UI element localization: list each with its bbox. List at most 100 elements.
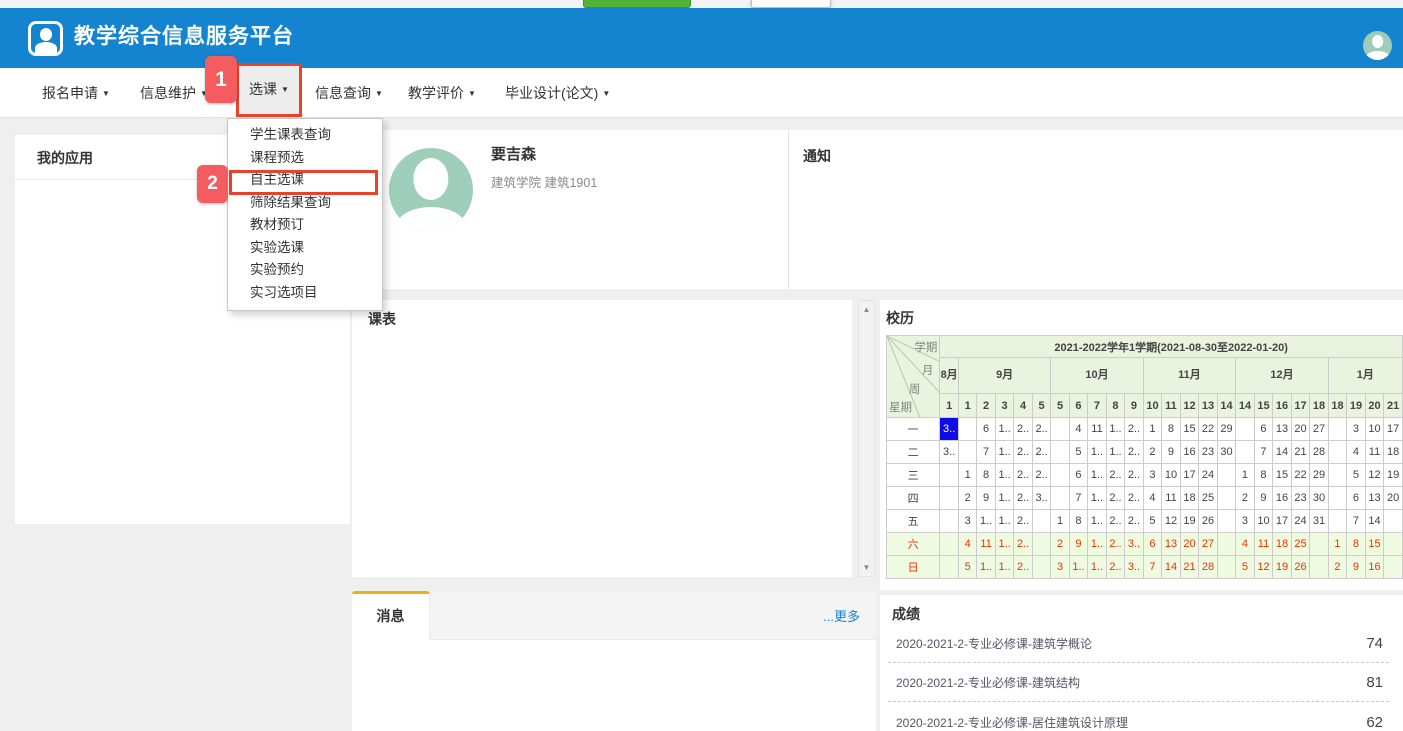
dropdown-item-0[interactable]: 学生课表查询	[228, 124, 382, 147]
calendar-cell: 10月	[1051, 358, 1143, 394]
calendar-cell: 7	[1347, 510, 1366, 533]
timetable-scrollbar[interactable]: ▲ ▼	[858, 300, 875, 577]
nav-item-1[interactable]: 信息维护▼	[140, 68, 208, 118]
annotation-step1-badge: 1	[205, 56, 237, 103]
calendar-cell	[1384, 510, 1403, 533]
scroll-up-icon[interactable]: ▲	[859, 305, 874, 314]
calendar-cell: 7	[977, 441, 996, 464]
calendar-cell: 1..	[977, 510, 996, 533]
calendar-cell	[1384, 533, 1403, 556]
calendar-cell: 9	[1162, 441, 1181, 464]
calendar-cell: 22	[1199, 418, 1218, 441]
calendar-cell: 1	[1236, 464, 1255, 487]
calendar-cell: 6	[1254, 418, 1273, 441]
calendar-cell: 1..	[1088, 441, 1107, 464]
user-avatar-icon[interactable]	[1363, 31, 1392, 60]
calendar-cell: 28	[1310, 441, 1329, 464]
annotation-step2-badge: 2	[197, 165, 228, 203]
course-selection-dropdown-menu: 学生课表查询课程预选自主选课筛除结果查询教材预订实验选课实验预约实习选项目	[227, 118, 383, 311]
calendar-cell: 5	[1051, 394, 1069, 418]
calendar-cell: 20	[1365, 394, 1384, 418]
calendar-cell: 9	[1254, 487, 1273, 510]
calendar-cell: 9	[1347, 556, 1366, 579]
scroll-down-icon[interactable]: ▼	[859, 563, 874, 572]
calendar-cell: 30	[1217, 441, 1236, 464]
calendar-cell: 8	[1347, 533, 1366, 556]
grade-row-2[interactable]: 2020-2021-2-专业必修课-居住建筑设计原理62	[888, 703, 1389, 731]
calendar-cell	[1236, 441, 1255, 464]
calendar-cell: 1	[1143, 418, 1162, 441]
caret-down-icon: ▼	[102, 89, 110, 98]
calendar-cell: 18	[1384, 441, 1403, 464]
calendar-cell: 3..	[940, 418, 959, 441]
calendar-cell: 18	[1310, 394, 1329, 418]
dialog-cancel-button-partial[interactable]	[751, 0, 831, 8]
calendar-cell: 2	[1051, 533, 1069, 556]
nav-item-2[interactable]: 选课▼	[236, 63, 302, 117]
calendar-cell: 11	[1365, 441, 1384, 464]
calendar-cell: 25	[1291, 533, 1310, 556]
calendar-cell: 21	[1384, 394, 1403, 418]
grade-row-1[interactable]: 2020-2021-2-专业必修课-建筑结构81	[888, 664, 1389, 702]
nav-item-5[interactable]: 毕业设计(论文)▼	[505, 68, 610, 118]
calendar-title: 校历	[886, 308, 1403, 328]
nav-item-4[interactable]: 教学评价▼	[408, 68, 476, 118]
dropdown-item-1[interactable]: 课程预选	[228, 147, 382, 170]
calendar-cell: 4	[1069, 418, 1088, 441]
nav-item-0[interactable]: 报名申请▼	[42, 68, 110, 118]
calendar-cell: 3..	[1125, 556, 1144, 579]
grade-row-0[interactable]: 2020-2021-2-专业必修课-建筑学概论74	[888, 625, 1389, 663]
calendar-cell: 2..	[1014, 418, 1033, 441]
calendar-cell: 14	[1273, 441, 1292, 464]
calendar-cell: 3..	[940, 441, 959, 464]
calendar-cell: 2..	[1014, 556, 1033, 579]
calendar-cell: 1月	[1328, 358, 1402, 394]
calendar-cell	[1217, 556, 1236, 579]
calendar-cell: 19	[1347, 394, 1366, 418]
calendar-cell: 16	[1365, 556, 1384, 579]
calendar-cell: 19	[1273, 556, 1292, 579]
calendar-cell: 6	[1069, 394, 1088, 418]
calendar-cell: 12	[1162, 510, 1181, 533]
calendar-cell: 12	[1254, 556, 1273, 579]
calendar-cell: 17	[1273, 510, 1292, 533]
dropdown-item-5[interactable]: 实验选课	[228, 237, 382, 260]
dialog-confirm-button-partial[interactable]	[583, 0, 691, 8]
calendar-cell: 3	[1347, 418, 1366, 441]
tab-messages[interactable]: 消息	[352, 591, 430, 640]
calendar-cell: 17	[1384, 418, 1403, 441]
calendar-cell: 7	[1069, 487, 1088, 510]
student-name: 要吉森	[491, 143, 536, 164]
calendar-cell: 1	[958, 464, 976, 487]
grade-score: 81	[1366, 674, 1383, 691]
calendar-cell: 10	[1254, 510, 1273, 533]
calendar-cell: 2..	[1014, 464, 1033, 487]
dropdown-item-4[interactable]: 教材预订	[228, 214, 382, 237]
calendar-cell: 5	[1143, 510, 1162, 533]
calendar-cell: 2..	[1106, 487, 1125, 510]
calendar-cell: 15	[1273, 464, 1292, 487]
calendar-cell: 2..	[1125, 487, 1144, 510]
calendar-cell: 15	[1254, 394, 1273, 418]
calendar-cell: 14	[1365, 510, 1384, 533]
caret-down-icon: ▼	[468, 89, 476, 98]
calendar-cell: 11	[1088, 418, 1107, 441]
nav-item-3[interactable]: 信息查询▼	[315, 68, 383, 118]
calendar-cell: 1	[958, 394, 976, 418]
calendar-cell: 日	[887, 556, 940, 579]
profile-card: 要吉森 建筑学院 建筑1901	[365, 130, 789, 289]
dropdown-item-7[interactable]: 实习选项目	[228, 282, 382, 305]
screen: 教学综合信息服务平台 报名申请▼信息维护▼选课▼信息查询▼教学评价▼毕业设计(论…	[0, 0, 1403, 731]
annotation-box-step2	[229, 170, 378, 195]
calendar-cell: 13	[1199, 394, 1218, 418]
more-link[interactable]: ...更多	[823, 606, 860, 625]
caret-down-icon: ▼	[281, 85, 289, 94]
dropdown-item-6[interactable]: 实验预约	[228, 259, 382, 282]
calendar-cell: 16	[1273, 394, 1292, 418]
calendar-cell: 2	[1236, 487, 1255, 510]
calendar-cell: 3	[958, 510, 976, 533]
calendar-cell: 3..	[1125, 533, 1144, 556]
calendar-cell: 2..	[1125, 441, 1144, 464]
calendar-cell	[1051, 441, 1069, 464]
calendar-cell: 1..	[1088, 556, 1107, 579]
